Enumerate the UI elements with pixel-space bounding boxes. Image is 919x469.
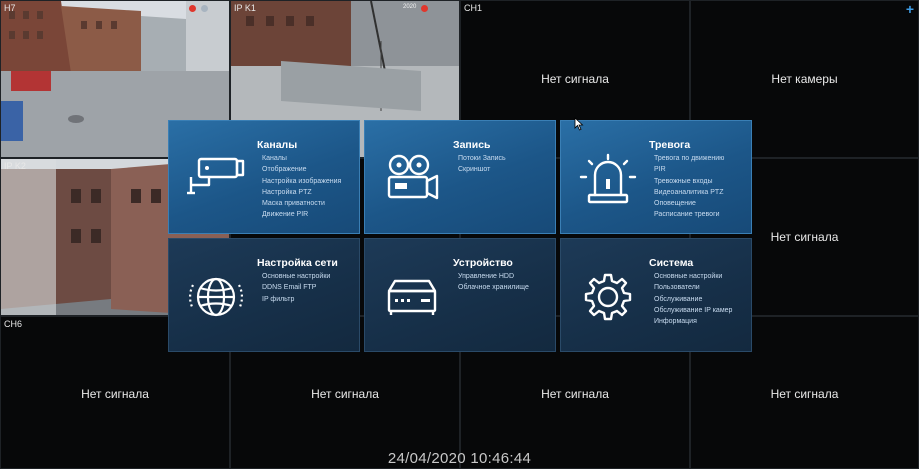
system-datetime: 24/04/2020 10:46:44 [387,450,532,467]
menu-link[interactable]: Расписание тревоги [654,209,750,220]
add-camera-icon[interactable]: + [906,1,914,17]
no-signal-text: Нет сигнала [81,387,149,401]
menu-link[interactable]: Видеоаналитика PTZ [654,187,750,198]
tile-items: Каналы Отображение Настройка изображения… [262,153,358,221]
tile-title: Настройка сети [257,257,338,269]
no-signal-text: Нет сигнала [311,387,379,401]
tile-items: Основные настройки Пользователи Обслужив… [654,271,750,327]
tile-items: Тревога по движению PIR Тревожные входы … [654,153,750,221]
menu-link[interactable]: Пользователи [654,282,750,293]
menu-tile-record[interactable]: Запись Потоки Запись Скриншот [364,120,556,234]
menu-tile-system[interactable]: Система Основные настройки Пользователи … [560,238,752,352]
film-camera-icon [387,154,439,200]
channel-label: IP K2 [4,161,26,171]
menu-tile-channels[interactable]: Каналы Каналы Отображение Настройка изоб… [168,120,360,234]
menu-link[interactable]: Облачное хранилище [458,282,554,293]
recording-indicator [189,5,196,12]
tile-title: Запись [453,139,491,151]
no-signal-text: Нет сигнала [541,72,609,86]
tile-title: Система [649,257,694,269]
channel-label: CH1 [464,3,483,13]
menu-link[interactable]: Обслуживание [654,294,750,305]
tile-title: Тревога [649,139,691,151]
menu-link[interactable]: Движение PIR [262,209,358,220]
mouse-cursor-icon [574,117,584,131]
menu-tile-network[interactable]: Настройка сети Основные настройки DDNS E… [168,238,360,352]
recording-indicator [421,5,428,12]
camera-timestamp: 2020 [403,4,417,10]
tile-items: Основные настройки DDNS Email FTP IP фил… [262,271,358,305]
menu-link[interactable]: Основные настройки [654,271,750,282]
menu-link[interactable]: Настройка изображения [262,176,358,187]
main-menu: Каналы Каналы Отображение Настройка изоб… [168,120,752,354]
hdd-device-icon [387,279,437,315]
menu-link[interactable]: Информация [654,316,750,327]
tile-title: Каналы [257,139,298,151]
menu-tile-alarm[interactable]: Тревога Тревога по движению PIR Тревожны… [560,120,752,234]
tile-title: Устройство [453,257,513,269]
no-camera-text: Нет камеры [771,72,838,86]
menu-link[interactable]: Управление HDD [458,271,554,282]
tile-items: Управление HDD Облачное хранилище [458,271,554,294]
channel-label: CH6 [4,319,23,329]
menu-link[interactable]: Обслуживание IP камер [654,305,750,316]
channel-label: IP K1 [234,3,256,13]
menu-link[interactable]: Отображение [262,164,358,175]
menu-link[interactable]: Оповещение [654,198,750,209]
channel-label: H7 [4,3,16,13]
menu-link[interactable]: Тревожные входы [654,176,750,187]
menu-link[interactable]: Скриншот [458,164,554,175]
menu-link[interactable]: PIR [654,164,750,175]
menu-link[interactable]: Основные настройки [262,271,358,282]
gear-icon [584,273,632,321]
menu-link[interactable]: DDNS Email FTP [262,282,358,293]
no-signal-text: Нет сигнала [541,387,609,401]
globe-icon [188,277,244,317]
menu-link[interactable]: Потоки Запись [458,153,554,164]
camera-icon [187,157,245,195]
alarm-siren-icon [579,153,637,204]
menu-link[interactable]: Тревога по движению [654,153,750,164]
alarm-indicator [201,5,208,12]
no-signal-text: Нет сигнала [770,387,839,401]
tile-items: Потоки Запись Скриншот [458,153,554,176]
menu-link[interactable]: Каналы [262,153,358,164]
menu-link[interactable]: IP фильтр [262,294,358,305]
menu-tile-device[interactable]: Устройство Управление HDD Облачное храни… [364,238,556,352]
menu-link[interactable]: Маска приватности [262,198,358,209]
menu-link[interactable]: Настройка PTZ [262,187,358,198]
